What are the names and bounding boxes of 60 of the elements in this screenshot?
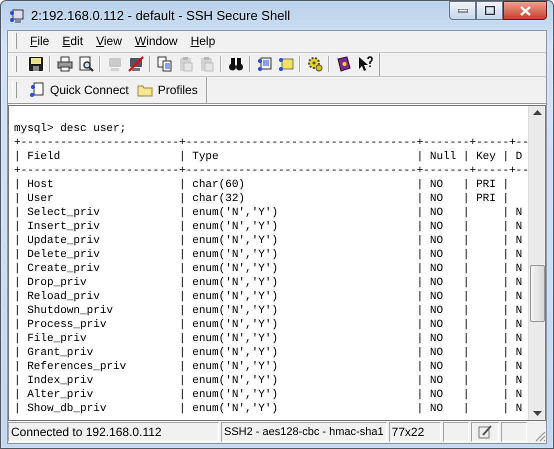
terminal-line: | Drop_priv | enum('N','Y') | NO | | N <box>14 276 524 290</box>
vertical-scrollbar[interactable] <box>528 106 545 420</box>
terminal-line: | Select_priv | enum('N','Y') | NO | | N <box>14 206 524 220</box>
crossed-monitor-icon <box>128 56 144 72</box>
terminal-line: +------------------------+-----------------------------------+-------+-----+-- <box>14 164 528 178</box>
menu-item[interactable]: Help <box>186 34 220 48</box>
folder-icon <box>136 83 153 98</box>
scrollbar-thumb[interactable] <box>530 264 544 322</box>
terminal-line: | File_priv | enum('N','Y') | NO | | N <box>14 332 524 346</box>
minimize-icon <box>458 8 468 12</box>
cipher-status: SSH2 - aes128-cbc - hmac-sha1 <box>221 422 387 442</box>
print-preview-icon <box>78 56 94 72</box>
terminal-line: | Alter_priv | enum('N','Y') | NO | | N <box>14 388 524 402</box>
binoculars-icon <box>228 56 244 72</box>
scroll-down-icon <box>532 411 542 416</box>
copy-icon <box>156 56 172 72</box>
maximize-button[interactable] <box>476 1 503 20</box>
terminal-line: | Reload_priv | enum('N','Y') | NO | | N <box>14 290 524 304</box>
resize-grip-icon[interactable] <box>534 430 546 442</box>
terminal-line: | Field | Type | Null | Key | D <box>14 150 524 164</box>
terminal-line: | Index_priv | enum('N','Y') | NO | | N <box>14 374 524 388</box>
page-dots-icon <box>29 82 45 98</box>
clipboard-icon <box>198 56 214 72</box>
monitor-icon <box>106 56 122 72</box>
menu-item[interactable]: View <box>91 34 127 48</box>
terminal-line: | Insert_priv | enum('N','Y') | NO | | N <box>14 220 524 234</box>
terminal-line: | Update_priv | enum('N','Y') | NO | | N <box>14 234 524 248</box>
window-title: 2:192.168.0.112 - default - SSH Secure Shell <box>31 8 290 23</box>
profiles-button[interactable]: Profiles <box>132 79 202 102</box>
terminal-line: | Shutdown_priv | enum('N','Y') | NO | | N <box>14 304 524 318</box>
terminal-line: | References_priv | enum('N','Y') | NO | | N <box>14 360 524 374</box>
status-panel <box>442 422 469 442</box>
book-icon <box>336 56 352 72</box>
menu-item[interactable]: Edit <box>57 34 88 48</box>
folder-dots-icon <box>278 56 294 72</box>
terminal-line: | Process_priv | enum('N','Y') | NO | | N <box>14 318 524 332</box>
restore-icon <box>484 6 494 15</box>
terminal-line: | User | char(32) | NO | PRI | <box>14 192 510 206</box>
scroll-up-icon <box>532 110 542 115</box>
close-icon <box>520 6 530 16</box>
document-pen-icon <box>476 425 493 440</box>
gear-icon <box>306 56 322 72</box>
quick-connect-button[interactable]: Quick Connect <box>25 79 133 102</box>
help-cursor-icon <box>356 56 372 72</box>
terminal-size: 77x22 <box>388 422 441 442</box>
terminal-line: | Show_db_priv | enum('N','Y') | NO | | N <box>14 402 524 416</box>
terminal-line: | Delete_priv | enum('N','Y') | NO | | N <box>14 248 524 262</box>
terminal-line: | Host | char(60) | NO | PRI | <box>14 178 510 192</box>
connection-status: Connected to 192.168.0.112 <box>8 422 219 442</box>
printer-icon <box>56 56 72 72</box>
terminal-line: +------------------------+-----------------------------------+-------+-----+-- <box>14 136 528 150</box>
terminal-line: | Create_priv | enum('N','Y') | NO | | N <box>14 262 524 276</box>
terminal-line: mysql> desc user; <box>14 122 128 136</box>
close-button[interactable] <box>503 1 547 20</box>
terminal-line: | Grant_priv | enum('N','Y') | NO | | N <box>14 346 524 360</box>
minimize-button[interactable] <box>449 1 476 20</box>
menu-item[interactable]: File <box>25 34 54 48</box>
menu-item[interactable]: Window <box>130 34 183 48</box>
status-panel <box>500 422 527 442</box>
clipboard-icon <box>178 56 194 72</box>
